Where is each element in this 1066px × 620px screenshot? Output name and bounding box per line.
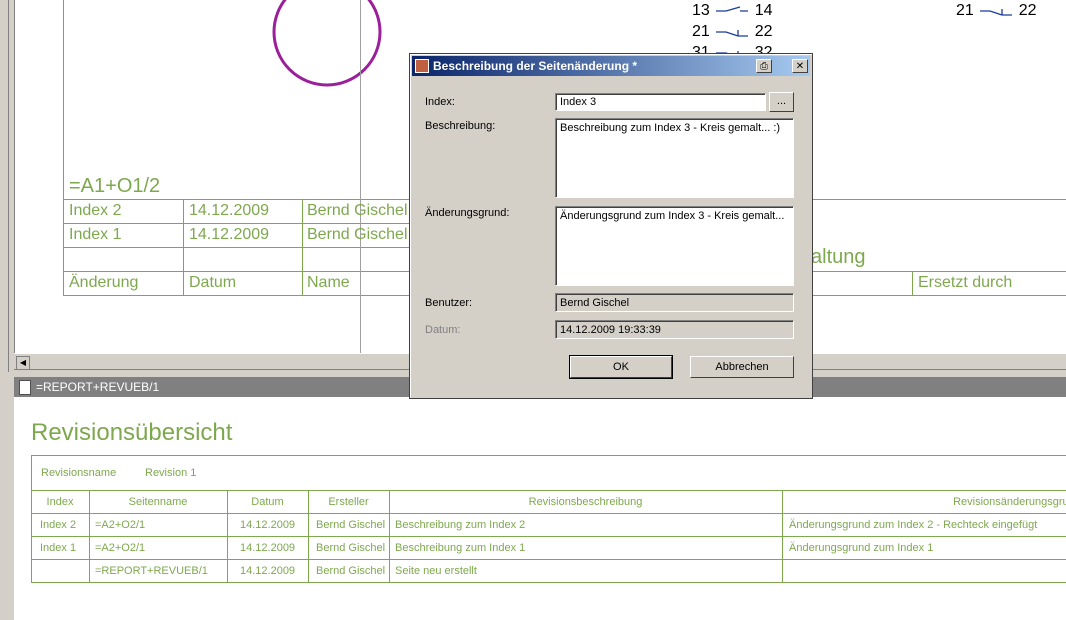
table-cell: Beschreibung zum Index 1 [395, 542, 526, 554]
description-textarea[interactable]: Beschreibung zum Index 3 - Kreis gemalt.… [555, 118, 794, 198]
table-cell: 14.12.2009 [240, 519, 296, 531]
footer-change: Änderung [69, 274, 139, 291]
contact-num: 13 [692, 2, 710, 19]
rev-row-name: Bernd Gischel [307, 202, 408, 219]
dialog-titlebar[interactable]: Beschreibung der Seitenänderung * ⎙ ✕ [412, 56, 810, 76]
date-label: Datum: [425, 324, 461, 336]
page-divider [360, 0, 361, 353]
table-cell: Index 1 [40, 542, 77, 554]
scroll-left-icon[interactable]: ◀ [16, 356, 30, 370]
document-tab-title: =REPORT+REVUEB/1 [36, 380, 160, 394]
contact-num: 22 [754, 23, 773, 40]
column-header: Seitenname [128, 496, 188, 508]
left-window-border [0, 0, 15, 620]
table-cell: Bernd Gischel [316, 542, 386, 554]
rev-row-index: Index 1 [69, 226, 122, 243]
table-cell: Bernd Gischel [316, 565, 386, 577]
ok-button[interactable]: OK [569, 355, 673, 379]
footer-date: Datum [189, 274, 237, 291]
circle-shape[interactable] [270, 0, 384, 89]
index-label: Index: [425, 96, 455, 108]
column-header: Ersteller [328, 496, 369, 508]
table-cell: =REPORT+REVUEB/1 [95, 565, 208, 577]
footer-replaced-by: Ersetzt durch [918, 274, 1013, 291]
description-label: Beschreibung: [425, 120, 496, 132]
table-cell: Index 2 [40, 519, 77, 531]
column-header: Datum [251, 496, 284, 508]
frame-line [183, 199, 184, 296]
table-cell: Änderungsgrund zum Index 2 - Rechteck ei… [789, 519, 1038, 531]
reason-textarea[interactable]: Änderungsgrund zum Index 3 - Kreis gemal… [555, 206, 794, 286]
table-cell: Seite neu erstellt [395, 565, 477, 577]
cancel-button[interactable]: Abbrechen [690, 356, 794, 378]
table-cell: =A2+O2/1 [95, 519, 146, 531]
table-line [31, 513, 1066, 514]
user-field: Bernd Gischel [555, 293, 794, 312]
page-change-dialog: Beschreibung der Seitenänderung * ⎙ ✕ In… [409, 53, 813, 399]
table-line [31, 455, 32, 583]
table-line [31, 455, 1066, 456]
contact-num: 21 [692, 23, 710, 40]
date-field: 14.12.2009 19:33:39 [555, 320, 794, 339]
table-line [31, 490, 1066, 491]
table-cell: 14.12.2009 [240, 542, 296, 554]
table-cell: =A2+O2/1 [95, 542, 146, 554]
table-line [31, 559, 1066, 560]
table-line [31, 536, 1066, 537]
contact-num: 21 [956, 2, 974, 19]
contact-right-21-22[interactable]: 21 22 [956, 2, 1037, 20]
app-icon [415, 59, 429, 73]
print-icon[interactable]: ⎙ [756, 59, 772, 73]
rev-row-date: 14.12.2009 [189, 226, 270, 243]
table-cell: Beschreibung zum Index 2 [395, 519, 526, 531]
user-label: Benutzer: [425, 297, 473, 309]
revision-report: Revisionsübersicht Revisionsname Revisio… [14, 397, 1066, 620]
contact-symbol-icon [716, 29, 749, 37]
page-reference: =A1+O1/2 [69, 175, 161, 197]
frame-line [912, 271, 913, 296]
reason-label: Änderungsgrund: [425, 207, 510, 219]
dialog-title: Beschreibung der Seitenänderung * [433, 59, 638, 73]
revision-name-label: Revisionsname [41, 467, 117, 479]
column-header: Revisionsbeschreibung [528, 496, 643, 508]
index-input[interactable] [555, 93, 766, 111]
contact-num: 22 [1018, 2, 1037, 19]
footer-name: Name [307, 274, 350, 291]
close-icon[interactable]: ✕ [792, 59, 808, 73]
contact-13-14[interactable]: 13 14 [692, 2, 773, 20]
column-header: Revisionsänderungsgrund [953, 496, 1066, 508]
table-cell: 14.12.2009 [240, 565, 296, 577]
revision-name-value: Revision 1 [145, 467, 197, 479]
frame-line [63, 0, 64, 296]
index-browse-button[interactable]: ... [769, 92, 794, 112]
frame-line [302, 199, 303, 296]
rev-row-name: Bernd Gischel [307, 226, 408, 243]
contact-21-22[interactable]: 21 22 [692, 23, 773, 41]
page-icon [19, 380, 31, 395]
contact-symbol-icon [980, 8, 1013, 16]
rev-row-date: 14.12.2009 [189, 202, 270, 219]
rev-row-index: Index 2 [69, 202, 122, 219]
contact-num: 14 [754, 2, 773, 19]
contact-symbol-icon [716, 6, 749, 12]
table-line [31, 582, 1066, 583]
column-header: Index [46, 496, 74, 508]
table-cell: Änderungsgrund zum Index 1 [789, 542, 934, 554]
title-fragment: altung [811, 246, 866, 268]
table-cell: Bernd Gischel [316, 519, 386, 531]
report-title: Revisionsübersicht [31, 419, 233, 446]
